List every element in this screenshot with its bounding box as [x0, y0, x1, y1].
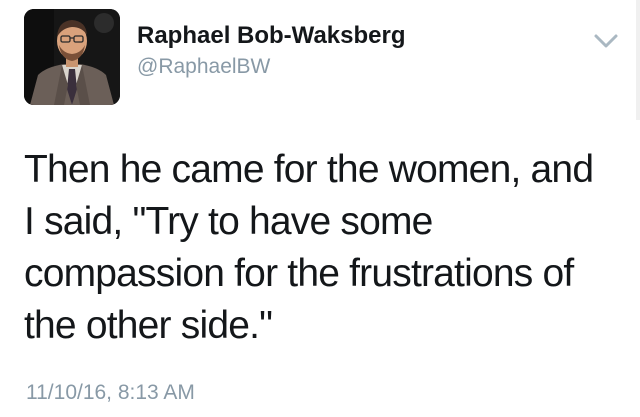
tweet-text: Then he came for the women, and I said, …	[24, 144, 624, 352]
chevron-down-icon[interactable]	[591, 30, 621, 54]
avatar-image	[24, 9, 120, 105]
tweet-text-line: the other side."	[24, 304, 273, 347]
author-handle[interactable]: @RaphaelBW	[137, 54, 406, 80]
author-display-name[interactable]: Raphael Bob-Waksberg	[137, 22, 406, 50]
author-block: Raphael Bob-Waksberg @RaphaelBW	[137, 22, 406, 80]
tweet-card: Raphael Bob-Waksberg @RaphaelBW Then he …	[0, 0, 640, 417]
tweet-text-line: compassion for the frustrations of	[24, 252, 574, 295]
avatar[interactable]	[24, 9, 120, 105]
scrollbar[interactable]	[636, 0, 640, 120]
tweet-text-line: I said, "Try to have some	[24, 200, 433, 243]
tweet-timestamp[interactable]: 11/10/16, 8:13 AM	[26, 380, 195, 406]
tweet-text-line: Then he came for the women, and	[24, 148, 594, 191]
